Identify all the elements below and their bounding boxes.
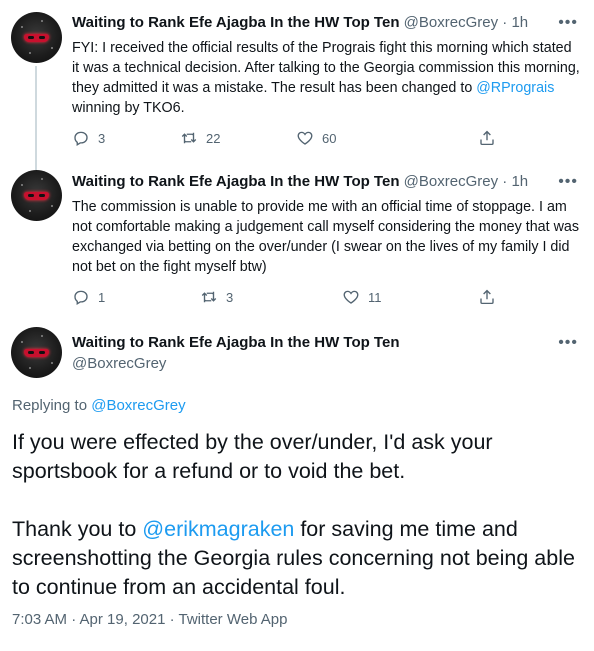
display-name[interactable]: Waiting to Rank Efe Ajagba In the HW Top… (72, 334, 400, 351)
reply-icon (74, 290, 88, 305)
retweet-button[interactable]: 22 (180, 129, 220, 147)
replying-to: Replying to @BoxrecGrey (12, 397, 186, 414)
tweet-actions: 3 22 60 (72, 129, 512, 149)
separator-dot: · (502, 173, 508, 190)
main-tweet-text: If you were effected by the over/under, … (12, 428, 582, 631)
tweet-header: Waiting to Rank Efe Ajagba In the HW Top… (72, 14, 554, 31)
handle[interactable]: @BoxrecGrey (72, 355, 166, 372)
more-icon[interactable]: ••• (558, 174, 578, 190)
share-button[interactable] (478, 288, 496, 306)
thread-line (35, 66, 37, 170)
share-button[interactable] (478, 129, 496, 147)
handle[interactable]: @BoxrecGrey (404, 173, 498, 190)
reply-button[interactable]: 1 (72, 288, 105, 306)
mention-link[interactable]: @erikmagraken (142, 517, 294, 541)
tweet-time[interactable]: 1h (511, 173, 528, 190)
share-icon (480, 130, 494, 146)
retweet-icon (181, 132, 197, 144)
avatar[interactable] (11, 170, 62, 221)
tweet-text-part: Thank you to (12, 517, 143, 541)
reply-icon (74, 131, 88, 146)
retweet-count: 3 (226, 289, 234, 305)
tweet-text: FYI: I received the official results of … (72, 38, 582, 118)
tweet-2[interactable]: Waiting to Rank Efe Ajagba In the HW Top… (0, 165, 594, 315)
reply-count: 1 (98, 289, 106, 305)
tweet-time[interactable]: 1h (511, 14, 528, 31)
share-icon (480, 289, 494, 305)
retweet-count: 22 (206, 130, 221, 146)
handle[interactable]: @BoxrecGrey (404, 14, 498, 31)
retweet-button[interactable]: 3 (200, 288, 233, 306)
replying-label: Replying to (12, 397, 92, 414)
avatar[interactable] (11, 327, 62, 378)
display-name[interactable]: Waiting to Rank Efe Ajagba In the HW Top… (72, 14, 400, 31)
avatar[interactable] (11, 12, 62, 63)
tweet-actions: 1 3 11 (72, 288, 512, 308)
heart-icon (297, 131, 313, 145)
reply-button[interactable]: 3 (72, 129, 105, 147)
tweet-paragraph: If you were effected by the over/under, … (12, 430, 493, 483)
separator-dot: · (502, 14, 508, 31)
like-button[interactable]: 11 (342, 288, 382, 306)
more-icon[interactable]: ••• (558, 335, 578, 351)
display-name[interactable]: Waiting to Rank Efe Ajagba In the HW Top… (72, 173, 400, 190)
retweet-icon (201, 291, 217, 303)
tweet-timestamp[interactable]: 7:03 AM · Apr 19, 2021 · Twitter Web App (12, 611, 287, 628)
replying-to-link[interactable]: @BoxrecGrey (91, 397, 185, 414)
tweet-1[interactable]: Waiting to Rank Efe Ajagba In the HW Top… (0, 0, 594, 170)
like-count: 11 (368, 289, 382, 305)
tweet-text: The commission is unable to provide me w… (72, 199, 580, 275)
tweet-paragraph: Thank you to @erikmagraken for saving me… (12, 515, 582, 602)
tweet-header: Waiting to Rank Efe Ajagba In the HW Top… (72, 173, 554, 190)
heart-icon (343, 290, 359, 304)
tweet-text-part: winning by TKO6. (72, 100, 185, 116)
like-button[interactable]: 60 (296, 129, 336, 147)
reply-count: 3 (98, 130, 106, 146)
mention-link[interactable]: @RPrograis (476, 80, 554, 96)
more-icon[interactable]: ••• (558, 15, 578, 31)
like-count: 60 (322, 130, 337, 146)
